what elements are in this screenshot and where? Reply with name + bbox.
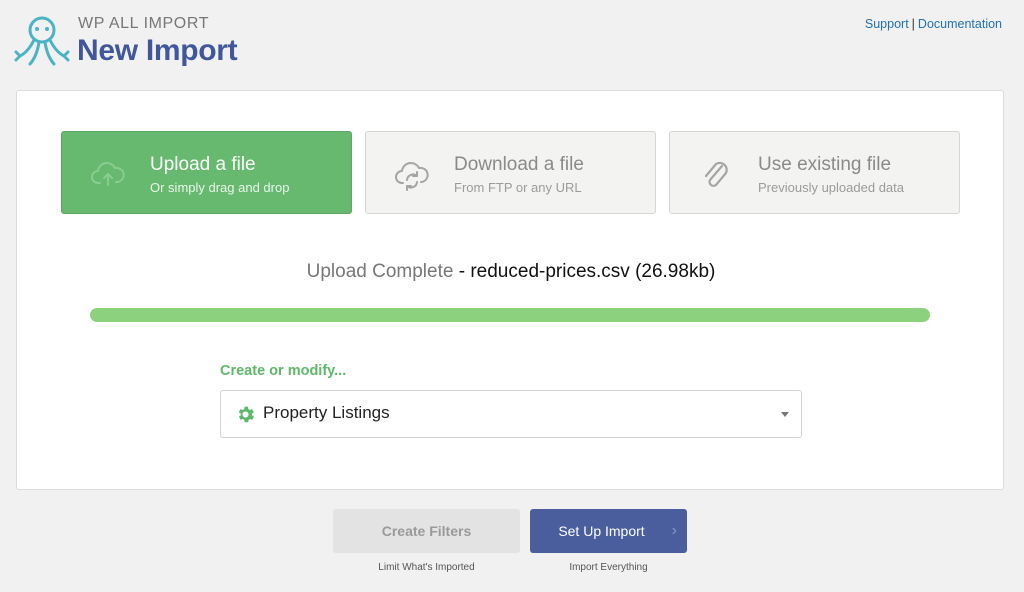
brand-name: WP ALL IMPORT xyxy=(78,15,210,32)
support-link[interactable]: Support xyxy=(865,17,909,31)
link-separator: | xyxy=(911,17,915,31)
paperclip-icon xyxy=(704,161,728,187)
download-file-option[interactable]: Download a file From FTP or any URL xyxy=(365,131,656,214)
import-panel: Upload a file Or simply drag and drop Do… xyxy=(16,90,1004,490)
upload-status-separator: - xyxy=(453,261,471,282)
upload-file-option[interactable]: Upload a file Or simply drag and drop xyxy=(61,131,352,214)
upload-file-subtitle: Or simply drag and drop xyxy=(150,180,290,195)
create-filters-button[interactable]: Create Filters xyxy=(333,509,520,553)
uploaded-filename: reduced-prices.csv (26.98kb) xyxy=(470,261,716,282)
upload-progress-bar xyxy=(90,308,930,322)
existing-file-option[interactable]: Use existing file Previously uploaded da… xyxy=(669,131,960,214)
existing-file-title: Use existing file xyxy=(758,154,892,175)
download-file-title: Download a file xyxy=(454,154,584,175)
upload-file-title: Upload a file xyxy=(150,154,256,175)
create-or-modify-label: Create or modify... xyxy=(220,363,347,379)
page-header: WP ALL IMPORT New Import Support | Documen… xyxy=(0,0,1024,80)
cloud-upload-icon xyxy=(91,162,125,186)
chevron-right-icon: › xyxy=(671,522,677,539)
post-type-select[interactable]: Property Listings xyxy=(220,390,802,438)
page-title: New Import xyxy=(77,34,238,67)
post-type-selected-value: Property Listings xyxy=(263,403,390,422)
existing-file-subtitle: Previously uploaded data xyxy=(758,180,904,195)
upload-status: Upload Complete - reduced-prices.csv (26… xyxy=(17,261,1005,283)
documentation-link[interactable]: Documentation xyxy=(918,17,1002,31)
cloud-download-icon xyxy=(395,162,429,191)
download-file-subtitle: From FTP or any URL xyxy=(454,180,582,195)
set-up-import-button[interactable]: Set Up Import › xyxy=(530,509,687,553)
create-filters-caption: Limit What's Imported xyxy=(378,562,475,573)
gear-icon xyxy=(238,406,254,423)
upload-progress-fill xyxy=(90,308,930,322)
upload-status-label: Upload Complete xyxy=(306,261,454,282)
top-links: Support | Documentation xyxy=(865,17,1002,31)
chevron-down-icon xyxy=(781,412,789,417)
octopus-logo-icon xyxy=(14,16,70,66)
set-up-import-label: Set Up Import xyxy=(558,523,645,539)
set-up-import-caption: Import Everything xyxy=(569,562,648,573)
